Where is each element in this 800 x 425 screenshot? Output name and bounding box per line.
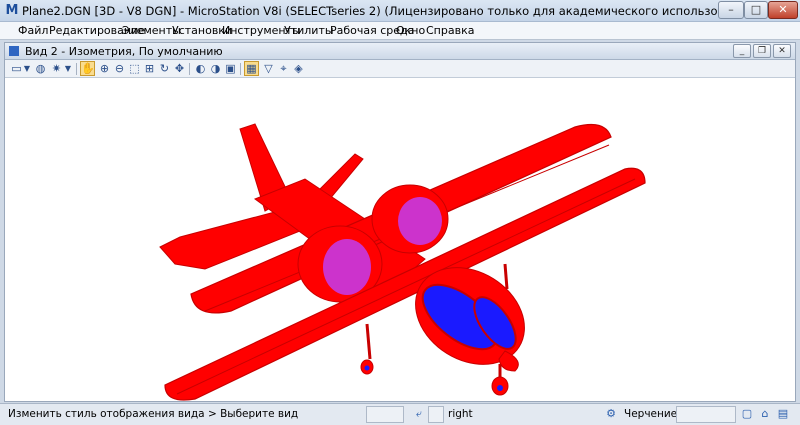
window-title: Plane2.DGN [3D - V8 DGN] - MicroStation … — [22, 4, 758, 18]
window-area-icon[interactable]: ⬚ — [127, 61, 142, 76]
view-window-icon — [9, 46, 19, 56]
right-wing-pod-fairing — [398, 197, 442, 245]
status-prompt: Изменить стиль отображения вида > Выбери… — [8, 408, 299, 420]
fit-view-icon[interactable]: ⊞ — [142, 61, 157, 76]
view-attributes-icon[interactable]: ▭ — [9, 61, 24, 76]
rotate-view-icon[interactable]: ↻ — [157, 61, 172, 76]
snap-mode-text[interactable]: right — [448, 408, 473, 420]
render-icon[interactable]: ◈ — [291, 61, 306, 76]
menu-bar: Файл Редактирование Элементы Установки И… — [0, 22, 800, 40]
zoom-out-icon[interactable]: ⊖ — [112, 61, 127, 76]
dropdown-arrow-icon[interactable]: ▼ — [23, 61, 31, 76]
toolbar-separator — [76, 63, 77, 75]
toolbar-separator — [189, 63, 190, 75]
menu-file[interactable]: Файл — [18, 24, 48, 37]
menu-utilities[interactable]: Утилиты — [284, 24, 334, 37]
menu-help[interactable]: Справка — [426, 24, 474, 37]
maximize-button[interactable]: □ — [744, 1, 768, 19]
view-minimize-button[interactable]: _ — [733, 44, 751, 58]
dropdown-arrow-icon[interactable]: ▼ — [64, 61, 72, 76]
nose-wheel-hub — [497, 385, 503, 391]
wing-strut-right — [503, 263, 509, 290]
message-center-icon[interactable]: ▤ — [776, 407, 790, 421]
view-canvas[interactable] — [5, 79, 795, 401]
active-level-text[interactable]: Черчение — [624, 408, 677, 420]
view-title: Вид 2 - Изометрия, По умолчанию — [25, 45, 223, 58]
zoom-in-icon[interactable]: ⊕ — [97, 61, 112, 76]
view-window: Вид 2 - Изометрия, По умолчанию _ ❐ ✕ ▭ … — [4, 42, 796, 402]
pan-view-icon[interactable]: ✥ — [172, 61, 187, 76]
left-wheel-hub — [364, 365, 370, 371]
airplane-model — [159, 123, 646, 401]
menu-window[interactable]: Окно — [396, 24, 425, 37]
view-title-bar: Вид 2 - Изометрия, По умолчанию _ ❐ ✕ — [5, 43, 795, 60]
save-status-icon[interactable]: ▢ — [740, 407, 754, 421]
view-close-button[interactable]: ✕ — [773, 44, 791, 58]
left-wing-pod-fairing — [323, 239, 371, 295]
status-field — [428, 406, 444, 423]
status-bar: Изменить стиль отображения вида > Выбери… — [0, 403, 800, 425]
clip-volume-icon[interactable]: ▽ — [261, 61, 276, 76]
display-style-icon[interactable]: ◍ — [33, 61, 48, 76]
previous-view-icon[interactable]: ◐ — [193, 61, 208, 76]
microstation-logo-icon: M — [5, 3, 19, 18]
active-level-icon[interactable]: ⚙ — [604, 407, 618, 421]
lights-icon[interactable]: ✷ — [49, 61, 64, 76]
camera-icon[interactable]: ⌖ — [276, 61, 291, 76]
home-icon[interactable]: ⌂ — [758, 407, 772, 421]
view-display-mode-icon[interactable]: ▦ — [244, 61, 259, 76]
close-button[interactable]: ✕ — [768, 1, 798, 19]
update-view-icon[interactable]: ✋ — [80, 61, 95, 76]
wing-strut-left — [365, 323, 372, 360]
copy-view-icon[interactable]: ▣ — [223, 61, 238, 76]
toolbar-separator — [240, 63, 241, 75]
status-field — [676, 406, 736, 423]
view-restore-button[interactable]: ❐ — [753, 44, 771, 58]
title-bar: M Plane2.DGN [3D - V8 DGN] - MicroStatio… — [0, 0, 800, 22]
status-field — [366, 406, 404, 423]
next-view-icon[interactable]: ◑ — [208, 61, 223, 76]
minimize-button[interactable]: – — [718, 1, 744, 19]
snap-mode-icon[interactable]: ⤶ — [412, 407, 426, 421]
view-toolbar: ▭ ▼ ◍ ✷ ▼ ✋ ⊕ ⊖ ⬚ ⊞ ↻ ✥ ◐ ◑ ▣ ▦ ▽ ⌖ ◈ — [5, 60, 795, 78]
